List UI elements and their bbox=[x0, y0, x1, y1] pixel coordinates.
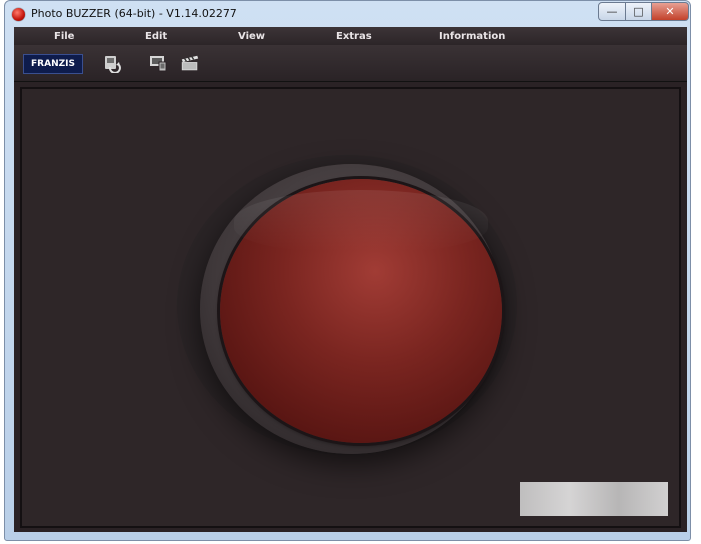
menu-view[interactable]: View bbox=[238, 31, 265, 42]
title-bar[interactable]: Photo BUZZER (64-bit) - V1.14.02277 — □ … bbox=[5, 1, 690, 27]
clapperboard-icon[interactable] bbox=[180, 53, 200, 73]
watermark-blur bbox=[520, 482, 668, 516]
menu-extras[interactable]: Extras bbox=[336, 31, 372, 42]
menu-edit[interactable]: Edit bbox=[145, 31, 167, 42]
minimize-button[interactable]: — bbox=[598, 2, 626, 21]
camera-sync-icon[interactable] bbox=[102, 53, 122, 73]
app-window: Photo BUZZER (64-bit) - V1.14.02277 — □ … bbox=[4, 0, 691, 541]
menu-file[interactable]: File bbox=[54, 31, 74, 42]
buzzer-highlight bbox=[234, 190, 488, 252]
menu-information[interactable]: Information bbox=[439, 31, 505, 42]
main-canvas bbox=[20, 87, 681, 528]
app-icon bbox=[12, 8, 25, 21]
toolbar: FRANZIS bbox=[14, 45, 687, 82]
client-area: File Edit View Extras Information FRANZI… bbox=[14, 27, 687, 532]
close-button[interactable]: ✕ bbox=[651, 2, 689, 21]
devices-icon[interactable] bbox=[148, 53, 168, 73]
franzis-logo[interactable]: FRANZIS bbox=[23, 54, 83, 74]
maximize-button[interactable]: □ bbox=[625, 2, 652, 21]
window-title: Photo BUZZER (64-bit) - V1.14.02277 bbox=[31, 7, 237, 20]
menu-bar: File Edit View Extras Information bbox=[14, 27, 687, 45]
page-margin bbox=[691, 0, 701, 544]
